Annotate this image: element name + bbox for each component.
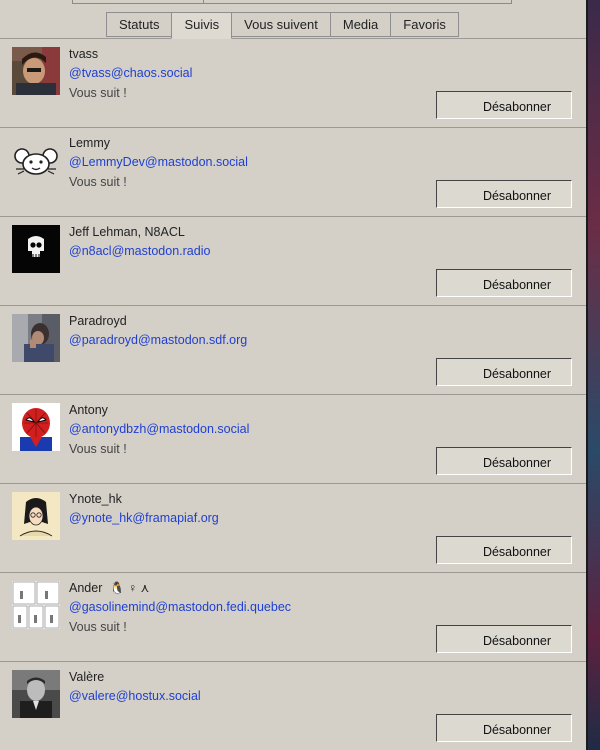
follow-row: Lemmy @LemmyDev@mastodon.social Vous sui… [0,128,586,217]
avatar-spiderman-icon [12,403,60,451]
top-bar-remnant [72,0,512,4]
avatar-ander-comic-icon [12,581,60,629]
unfollow-button[interactable]: Désabonner [436,714,572,742]
account-name: Ynote_hk [69,492,122,506]
profile-tabs: Statuts Suivis Vous suivent Media Favori… [106,12,459,39]
follow-row: Ander 🐧 ♀ ⋏ @gasolinemind@mastodon.fedi.… [0,573,586,662]
tab-statuts[interactable]: Statuts [106,12,173,37]
avatar-lemmy-mouse-icon [12,136,60,184]
avatar[interactable] [12,492,60,540]
avatar-valere-icon [12,670,60,718]
account-name: Valère [69,670,105,684]
follow-row: tvass @tvass@chaos.social Vous suit ! Dé… [0,39,586,128]
account-name: Jeff Lehman, N8ACL [69,225,185,239]
following-panel: Statuts Suivis Vous suivent Media Favori… [0,0,586,750]
tab-media[interactable]: Media [329,12,392,37]
desktop-background-edge [586,0,600,750]
unfollow-button[interactable]: Désabonner [436,269,572,297]
follow-row: Ynote_hk @ynote_hk@framapiaf.org Désabon… [0,484,586,573]
follows-you-label: Vous suit ! [69,86,127,100]
follow-row: Jeff Lehman, N8ACL @n8acl@mastodon.radio… [0,217,586,306]
avatar-paradroyd-icon [12,314,60,362]
follow-row: Paradroyd @paradroyd@mastodon.sdf.org Dé… [0,306,586,395]
follow-row: Antony @antonydbzh@mastodon.social Vous … [0,395,586,484]
unfollow-button[interactable]: Désabonner [436,447,572,475]
avatar[interactable] [12,403,60,451]
unfollow-button[interactable]: Désabonner [436,536,572,564]
account-name: Ander 🐧 ♀ ⋏ [69,581,149,595]
account-handle-link[interactable]: @LemmyDev@mastodon.social [69,155,248,169]
unfollow-button[interactable]: Désabonner [436,180,572,208]
avatar[interactable] [12,581,60,629]
follows-you-label: Vous suit ! [69,620,127,634]
account-handle-link[interactable]: @n8acl@mastodon.radio [69,244,210,258]
follows-you-label: Vous suit ! [69,175,127,189]
unfollow-button[interactable]: Désabonner [436,625,572,653]
account-handle-link[interactable]: @antonydbzh@mastodon.social [69,422,249,436]
account-name: Antony [69,403,108,417]
account-name: Paradroyd [69,314,127,328]
avatar[interactable] [12,314,60,362]
follow-row: Valère @valere@hostux.social Désabonner [0,662,586,750]
account-name: Lemmy [69,136,110,150]
avatar[interactable] [12,670,60,718]
follows-you-label: Vous suit ! [69,442,127,456]
avatar-punisher-skull-icon [12,225,60,273]
avatar[interactable] [12,47,60,95]
tab-vous-suivent[interactable]: Vous suivent [231,12,331,37]
tab-favoris[interactable]: Favoris [390,12,459,37]
account-name: tvass [69,47,99,61]
avatar[interactable] [12,225,60,273]
account-name-text: Ander [69,581,103,595]
avatar-ynote-drawing-icon [12,492,60,540]
account-handle-link[interactable]: @ynote_hk@framapiaf.org [69,511,219,525]
tab-suivis[interactable]: Suivis [171,12,233,39]
account-handle-link[interactable]: @gasolinemind@mastodon.fedi.quebec [69,600,291,614]
account-handle-link[interactable]: @valere@hostux.social [69,689,201,703]
avatar-tvass-icon [12,47,60,95]
name-badges-icon: 🐧 ♀ ⋏ [109,581,150,595]
unfollow-button[interactable]: Désabonner [436,91,572,119]
avatar[interactable] [12,136,60,184]
unfollow-button[interactable]: Désabonner [436,358,572,386]
account-handle-link[interactable]: @tvass@chaos.social [69,66,192,80]
account-handle-link[interactable]: @paradroyd@mastodon.sdf.org [69,333,247,347]
